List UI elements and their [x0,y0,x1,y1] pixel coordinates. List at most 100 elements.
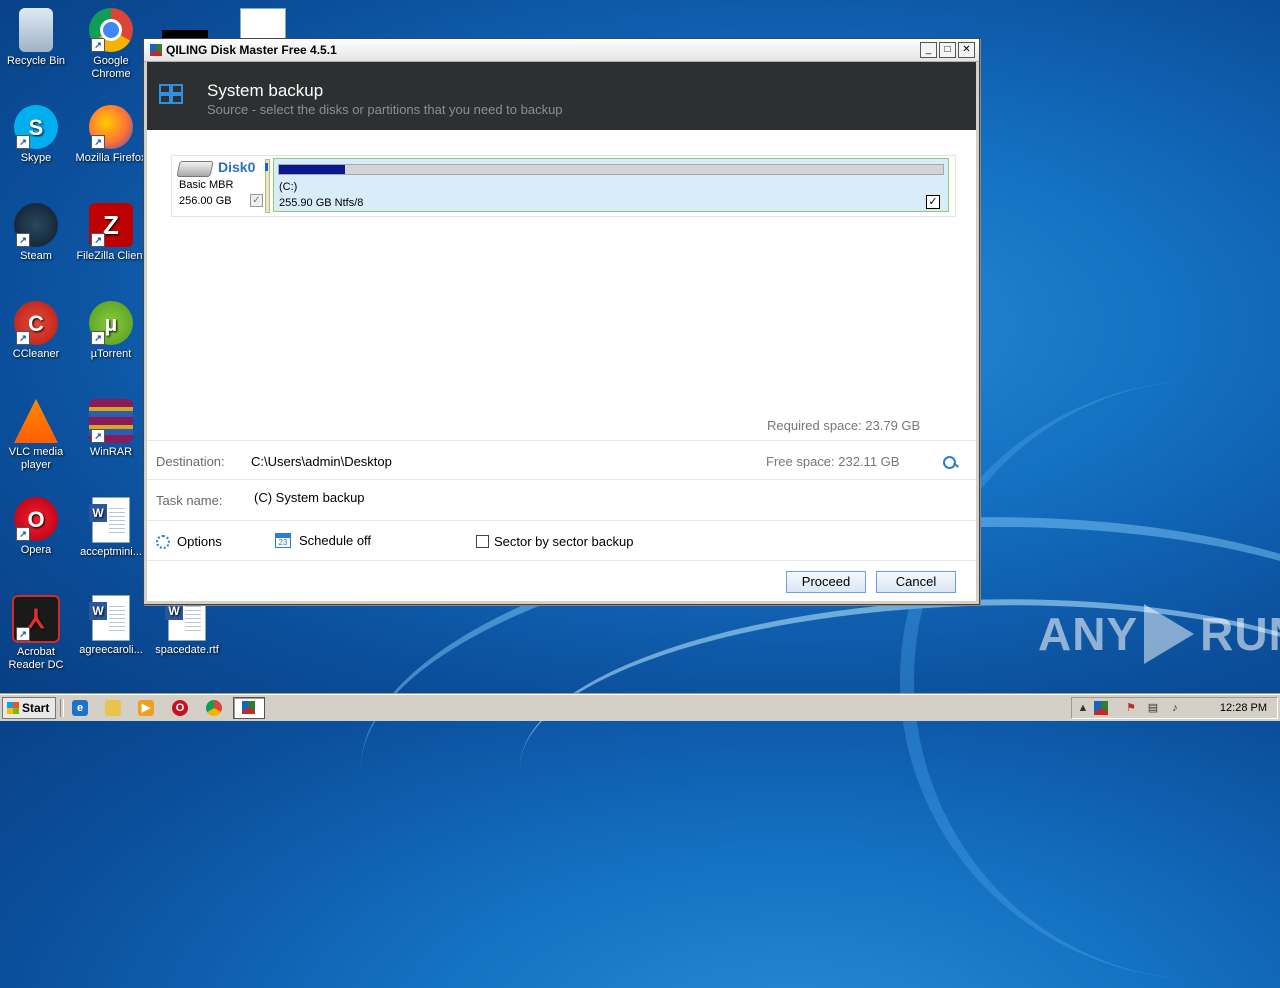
watermark-right-text: RUN [1200,608,1280,660]
browse-destination-icon[interactable] [943,454,959,469]
word-document-icon: W [89,497,130,543]
chrome-taskbar-icon[interactable] [206,700,222,716]
title-bar[interactable]: QILING Disk Master Free 4.5.1 _ □ ✕ [144,39,979,62]
disk-info[interactable]: Disk0 Basic MBR 256.00 GB ✓ [172,156,267,214]
task-name-label: Task name: [156,493,223,508]
desktop-icon-label: agreecaroli... [79,644,143,656]
maximize-button[interactable]: □ [939,42,956,58]
desktop-icon-utorrent[interactable]: µ ↗ µTorrent [73,301,149,361]
destination-path[interactable]: C:\Users\admin\Desktop [251,454,392,469]
action-center-icon[interactable]: ⚑ [1124,701,1138,715]
desktop-icon-label: Recycle Bin [6,55,66,67]
schedule-label: Schedule off [299,533,372,548]
desktop-icon-recycle-bin[interactable]: Recycle Bin [0,8,74,68]
app-window: QILING Disk Master Free 4.5.1 _ □ ✕ Syst… [143,38,980,605]
desktop-icon-label: Mozilla Firefox [75,152,147,164]
opera-icon: O ↗ [14,497,58,541]
desktop-icon-filezilla[interactable]: Z ↗ FileZilla Client [73,203,149,263]
desktop-icon-label: Steam [20,250,52,262]
opera-taskbar-icon[interactable]: O [172,700,188,716]
desktop-icon-label: FileZilla Client [76,250,146,262]
word-document-icon [240,8,286,40]
destination-row: Destination: C:\Users\admin\Desktop Free… [147,440,976,479]
desktop-icon-label: CCleaner [12,348,60,360]
disk-name: Disk0 [218,159,256,175]
partition-checkbox[interactable]: ✓ [926,195,940,209]
firefox-icon: ↗ [89,105,133,149]
close-button[interactable]: ✕ [958,42,975,58]
partition-usage-fill [279,165,346,174]
disk-checkbox[interactable]: ✓ [250,194,263,207]
start-label: Start [22,701,50,715]
chrome-icon: ↗ [89,8,133,52]
options-label: Options [177,534,222,549]
desktop-icon-ccleaner[interactable]: C ↗ CCleaner [0,301,74,361]
layout-grid-icon [159,84,183,106]
destination-label: Destination: [156,454,225,469]
desktop-icon-label: Skype [20,152,52,164]
recycle-bin-icon [19,8,53,52]
desktop-icon-vlc[interactable]: VLC media player [0,399,74,472]
word-document-icon: W [89,595,130,641]
desktop-icon-doc-agreecaroli[interactable]: W agreecaroli... [73,595,149,657]
free-space: Free space: 232.11 GB [766,454,900,469]
desktop-icon-label: acceptmini... [80,546,142,558]
desktop-icon-label: Acrobat Reader DC [8,646,64,671]
start-button[interactable]: Start [2,697,56,719]
gear-icon [156,534,170,549]
disk-map: Disk0 Basic MBR 256.00 GB ✓ (C:) 255.90 … [171,155,956,217]
desktop-icon-skype[interactable]: S ↗ Skype [0,105,74,165]
hard-disk-icon [176,161,214,177]
steam-icon: ↗ [14,203,58,247]
desktop-icon-label: VLC media player [8,446,64,471]
page-title: System backup [207,81,324,100]
desktop-icon-steam[interactable]: ↗ Steam [0,203,74,263]
media-player-icon[interactable]: ▶ [138,700,154,716]
sector-by-sector-checkbox[interactable]: Sector by sector backup [476,534,633,549]
app-logo-icon [150,44,162,56]
disk-size: 256.00 GB [179,195,232,207]
proceed-button[interactable]: Proceed [786,571,866,593]
clock[interactable]: 12:28 PM [1220,702,1267,714]
desktop-icon-label: spacedate.rtf [155,644,219,656]
task-name-row: Task name: (C) System backup [147,479,976,520]
required-space: Required space: 23.79 GB [767,418,921,433]
desktop-icon-label: Google Chrome [91,55,131,80]
disk-type: Basic MBR [179,179,234,191]
desktop-icon-label: µTorrent [90,348,132,360]
tray-expand-icon[interactable]: ▲ [1076,701,1090,715]
system-tray: ▲ ⚑ ▤ ♪ 12:28 PM [1071,697,1278,719]
schedule-link[interactable]: 23 Schedule off [275,533,371,548]
qiling-taskbar-button[interactable] [233,697,265,719]
system-reserved-partition[interactable] [265,159,270,213]
hidden-desktop-icon [162,30,208,38]
taskbar-separator [60,699,64,717]
options-link[interactable]: Options [156,534,222,549]
page-header: System backup Source - select the disks … [147,62,976,130]
explorer-folder-icon[interactable] [105,700,121,716]
options-row: Options 23 Schedule off Sector by sector… [147,520,976,561]
desktop-icon-google-chrome[interactable]: ↗ Google Chrome [73,8,149,81]
play-logo-icon [1144,604,1195,664]
task-name-input[interactable]: (C) System backup [254,490,365,505]
filezilla-icon: Z ↗ [89,203,133,247]
cancel-button[interactable]: Cancel [876,571,956,593]
utorrent-icon: µ ↗ [89,301,133,345]
window-client: System backup Source - select the disks … [147,62,976,601]
internet-explorer-icon[interactable]: e [72,700,88,716]
sector-by-sector-label: Sector by sector backup [494,534,634,549]
desktop-icon-opera[interactable]: O ↗ Opera [0,497,74,557]
partition-c[interactable]: (C:) 255.90 GB Ntfs/8 ✓ [273,158,949,212]
taskbar: Start e ▶ O ▲ ⚑ ▤ ♪ 12:28 PM [0,694,1280,721]
desktop-icon-doc-acceptmini[interactable]: W acceptmini... [73,497,149,559]
page-subtitle: Source - select the disks or partitions … [207,102,563,117]
ccleaner-icon: C ↗ [14,301,58,345]
desktop-icon-firefox[interactable]: ↗ Mozilla Firefox [73,105,149,165]
minimize-button[interactable]: _ [920,42,937,58]
partition-info: 255.90 GB Ntfs/8 [279,197,364,209]
qiling-tray-icon[interactable] [1094,701,1108,715]
desktop-icon-winrar[interactable]: ↗ WinRAR [73,399,149,459]
volume-icon[interactable]: ♪ [1168,701,1182,715]
desktop-icon-acrobat[interactable]: ⅄ ↗ Acrobat Reader DC [0,595,74,672]
network-icon[interactable]: ▤ [1146,701,1160,715]
